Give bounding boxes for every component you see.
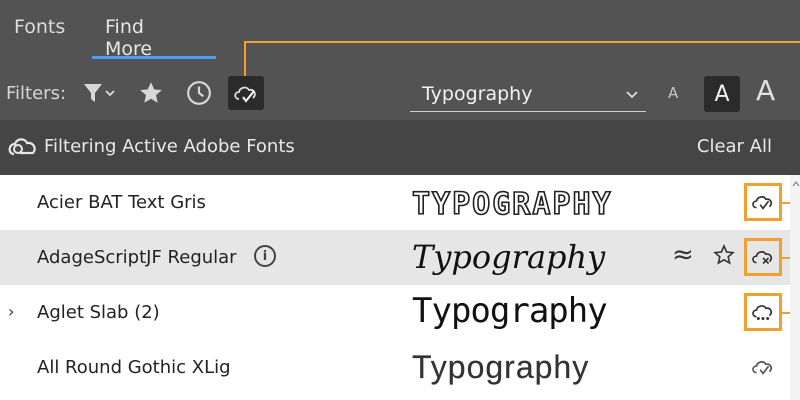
favorites-filter-button[interactable] <box>136 76 166 110</box>
cloud-check-icon <box>752 361 773 375</box>
active-fonts-filter-button[interactable] <box>228 76 264 110</box>
font-row[interactable]: › Aglet Slab (2) Typography <box>0 285 790 340</box>
font-row[interactable]: AdageScriptJF Regular i Typography ≈ <box>0 230 790 285</box>
creative-cloud-icon <box>8 138 36 156</box>
font-name: Aglet Slab (2) <box>37 302 160 323</box>
preview-text-dropdown[interactable]: Typography <box>410 78 646 112</box>
tab-find-more[interactable]: Find More <box>105 16 152 60</box>
font-row[interactable]: Acier BAT Text Gris TYPOGRAPHY <box>0 175 790 230</box>
font-list: Acier BAT Text Gris TYPOGRAPHY AdageScri… <box>0 175 800 400</box>
callout-line-vertical <box>244 41 246 76</box>
cloud-partial-icon <box>752 305 773 320</box>
active-tab-indicator <box>92 56 216 59</box>
active-cloud-check-icon <box>234 86 256 103</box>
size-large-button[interactable]: A <box>756 74 775 107</box>
activate-font-button[interactable] <box>744 183 782 221</box>
deactivate-font-button[interactable] <box>744 238 782 276</box>
favorite-star-icon[interactable] <box>712 243 736 267</box>
funnel-filter-button[interactable] <box>80 76 120 110</box>
clock-icon <box>187 81 211 105</box>
clear-all-button[interactable]: Clear All <box>697 136 772 157</box>
preview-text-value: Typography <box>422 83 533 105</box>
expand-family-toggle[interactable]: › <box>8 302 14 321</box>
cloud-remove-icon <box>752 251 773 265</box>
font-sample: Typography <box>412 238 606 276</box>
filters-label: Filters: <box>6 83 67 104</box>
font-name: All Round Gothic XLig <box>37 357 231 378</box>
active-filter-bar: Filtering Active Adobe Fonts Clear All <box>0 120 800 175</box>
funnel-icon <box>84 84 115 102</box>
cloud-check-icon <box>752 196 773 210</box>
recent-filter-button[interactable] <box>184 76 214 110</box>
font-sample: TYPOGRAPHY <box>411 186 613 223</box>
activate-family-button[interactable] <box>744 293 782 331</box>
size-medium-button[interactable]: A <box>704 76 740 112</box>
chevron-down-icon <box>626 91 638 99</box>
font-sample: Typography <box>412 349 590 385</box>
tab-fonts[interactable]: Fonts <box>14 16 65 38</box>
font-row[interactable]: All Round Gothic XLig Typography <box>0 340 790 395</box>
star-icon <box>140 82 162 103</box>
top-panel: Fonts Find More Filters: Typography A A … <box>0 0 800 120</box>
filter-status-text: Filtering Active Adobe Fonts <box>44 136 295 157</box>
font-name: Acier BAT Text Gris <box>37 192 206 213</box>
info-icon[interactable]: i <box>254 245 276 267</box>
scrollbar[interactable] <box>790 175 800 400</box>
scroll-up-arrow-icon[interactable] <box>792 180 800 188</box>
font-sample: Typography <box>412 291 608 331</box>
font-name: AdageScriptJF Regular <box>37 247 237 268</box>
size-small-button[interactable]: A <box>668 84 678 102</box>
activate-font-button[interactable] <box>744 348 782 386</box>
similar-fonts-icon[interactable]: ≈ <box>672 240 694 270</box>
callout-line <box>244 41 800 43</box>
